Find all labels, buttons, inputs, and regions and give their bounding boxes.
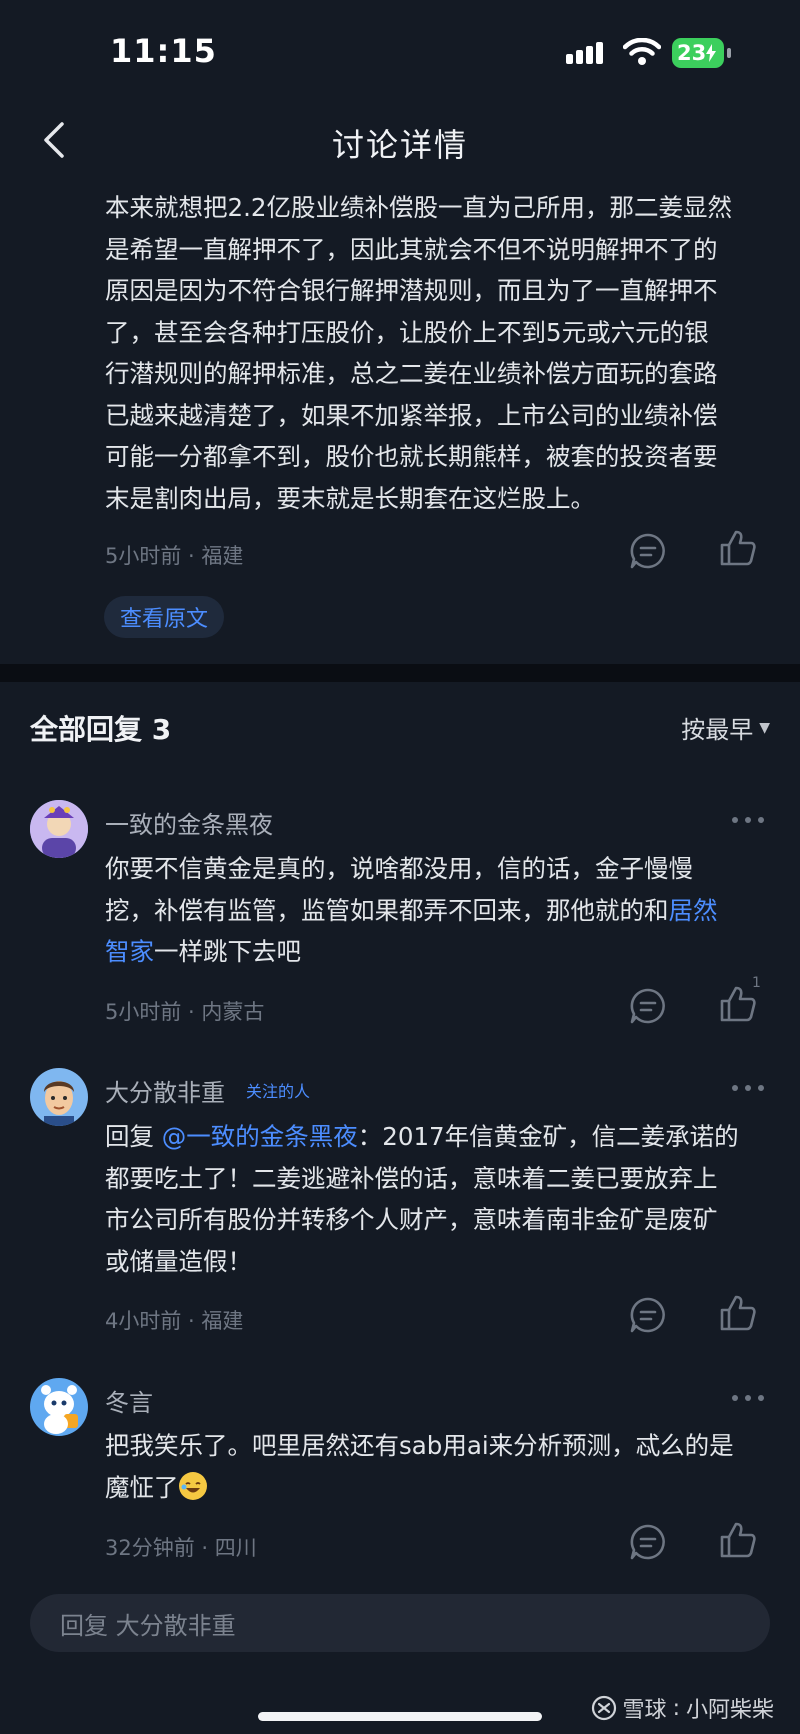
- like-icon[interactable]: [718, 1293, 758, 1333]
- post-line: 本来就想把2.2亿股业绩补偿股一直为己所用，那二姜显然: [105, 193, 732, 222]
- battery-indicator: 23: [672, 38, 724, 68]
- post-line: 原因是因为不符合银行解押潜规则，而且为了一直解押不: [105, 276, 718, 305]
- view-original-button[interactable]: 查看原文: [104, 596, 225, 638]
- comment-line: 把我笑乐了。吧里居然还有sab用ai来分析预测，忒么的是: [105, 1431, 734, 1460]
- page-title: 讨论详情: [331, 126, 468, 164]
- watermark-separator: :: [672, 1695, 680, 1721]
- like-icon[interactable]: [718, 528, 758, 568]
- stock-link[interactable]: 居然: [669, 896, 718, 925]
- bottom-reply-bar: 回复 大分散非重 雪球 : 小阿柴柴: [0, 1562, 800, 1734]
- reply-input[interactable]: 回复 大分散非重: [30, 1594, 770, 1652]
- post-line: 可能一分都拿不到，股价也就长期熊样，被套的投资者要: [105, 442, 718, 471]
- home-indicator: [258, 1712, 542, 1721]
- comment-line-text: 挖，补偿有监管，监管如果都弄不回来，那他就的和: [105, 895, 669, 925]
- comment-line: 回复 @一致的金条黑夜：2017年信黄金矿，信二姜承诺的: [105, 1116, 770, 1158]
- comment-line: 智家一样跳下去吧: [105, 931, 770, 973]
- comment-icon[interactable]: [628, 986, 668, 1026]
- comment-line: 都要吃土了！二姜逃避补偿的话，意味着二姜已要放弃上: [105, 1163, 718, 1193]
- comment-line: 或储量造假！: [105, 1246, 252, 1276]
- avatar-image: [30, 800, 88, 858]
- xueqiu-logo-icon: [591, 1695, 616, 1721]
- comment-line: 挖，补偿有监管，监管如果都弄不回来，那他就的和居然: [105, 890, 770, 932]
- post-line: 是希望一直解押不了，因此其就会不但不说明解押不了的: [105, 234, 718, 264]
- post-line: 末是割肉出局，要末就是长期套在这烂股上。: [105, 483, 595, 513]
- more-options-icon[interactable]: [730, 1392, 766, 1404]
- post-meta: 5小时前 · 福建: [105, 544, 244, 568]
- comment-icon[interactable]: [628, 1522, 668, 1562]
- sort-dropdown[interactable]: 按最早 ▼: [681, 710, 770, 745]
- cellular-signal-icon: [566, 42, 603, 64]
- like-count: 1: [752, 975, 761, 991]
- username[interactable]: 一致的金条黑夜: [105, 805, 273, 840]
- like-icon[interactable]: [718, 1520, 758, 1560]
- sort-label: 按最早: [681, 716, 754, 744]
- comment-icon[interactable]: [628, 531, 668, 571]
- more-options-icon[interactable]: [730, 814, 766, 826]
- post-line: 已越来越清楚了，如果不加紧举报，上市公司的业绩补偿: [105, 400, 718, 430]
- watermark-author: 小阿柴柴: [685, 1698, 774, 1723]
- avatar[interactable]: [30, 1068, 88, 1126]
- comment-meta: 5小时前 · 内蒙古: [105, 1000, 265, 1024]
- battery-tip: [727, 48, 731, 58]
- comment-icon[interactable]: [628, 1295, 668, 1335]
- mention-link[interactable]: @一致的金条黑夜: [162, 1122, 358, 1151]
- comment-line: 你要不信黄金是真的，说啥都没用，信的话，金子慢慢: [105, 854, 693, 883]
- nav-bar: 讨论详情: [0, 100, 800, 180]
- wifi-icon: [623, 38, 661, 65]
- post-body: 本来就想把2.2亿股业绩补偿股一直为己所用，那二姜显然 是希望一直解押不了，因此…: [105, 187, 775, 519]
- laughing-emoji-icon: [178, 1471, 207, 1500]
- comment-line-text: ：2017年信黄金矿，信二姜承诺的: [357, 1122, 739, 1151]
- username[interactable]: 大分散非重: [105, 1073, 225, 1108]
- stock-link[interactable]: 智家: [105, 937, 154, 966]
- watermark: 雪球 : 小阿柴柴: [591, 1692, 774, 1724]
- more-options-icon[interactable]: [730, 1082, 766, 1094]
- comment-line-text: 一样跳下去吧: [154, 937, 301, 966]
- watermark-brand: 雪球: [622, 1698, 667, 1723]
- caret-down-icon: ▼: [759, 719, 770, 736]
- following-badge: 关注的人: [246, 1082, 311, 1101]
- status-bar: 11:15 23: [0, 0, 800, 100]
- post-line: 行潜规则的解押标准，总之二姜在业绩补偿方面玩的套路: [105, 359, 718, 388]
- comment-line: 市公司所有股份并转移个人财产，意味着南非金矿是废矿: [105, 1205, 718, 1234]
- comment-meta: 4小时前 · 福建: [105, 1309, 244, 1333]
- reply-prefix: 回复: [105, 1122, 162, 1151]
- comment-line: 魔怔了: [105, 1467, 770, 1509]
- section-divider: [0, 664, 800, 682]
- avatar-image: [30, 1068, 88, 1126]
- charging-bolt-icon: [706, 44, 717, 62]
- status-time: 11:15: [110, 32, 217, 70]
- comment-text: 你要不信黄金是真的，说啥都没用，信的话，金子慢慢 挖，补偿有监管，监管如果都弄不…: [105, 848, 770, 973]
- comment-text: 回复 @一致的金条黑夜：2017年信黄金矿，信二姜承诺的 都要吃土了！二姜逃避补…: [105, 1116, 770, 1282]
- username[interactable]: 冬言: [105, 1383, 153, 1418]
- avatar[interactable]: [30, 1378, 88, 1436]
- comment-meta: 32分钟前 · 四川: [105, 1536, 257, 1560]
- post-line: 了，甚至会各种打压股价，让股价上不到5元或六元的银: [105, 317, 709, 347]
- comment-line-text: 魔怔了: [105, 1472, 179, 1502]
- avatar-image: [30, 1378, 88, 1436]
- avatar[interactable]: [30, 800, 88, 858]
- replies-header: 全部回复 3: [30, 713, 172, 746]
- battery-level: 23: [677, 41, 707, 65]
- comment-text: 把我笑乐了。吧里居然还有sab用ai来分析预测，忒么的是 魔怔了: [105, 1425, 770, 1508]
